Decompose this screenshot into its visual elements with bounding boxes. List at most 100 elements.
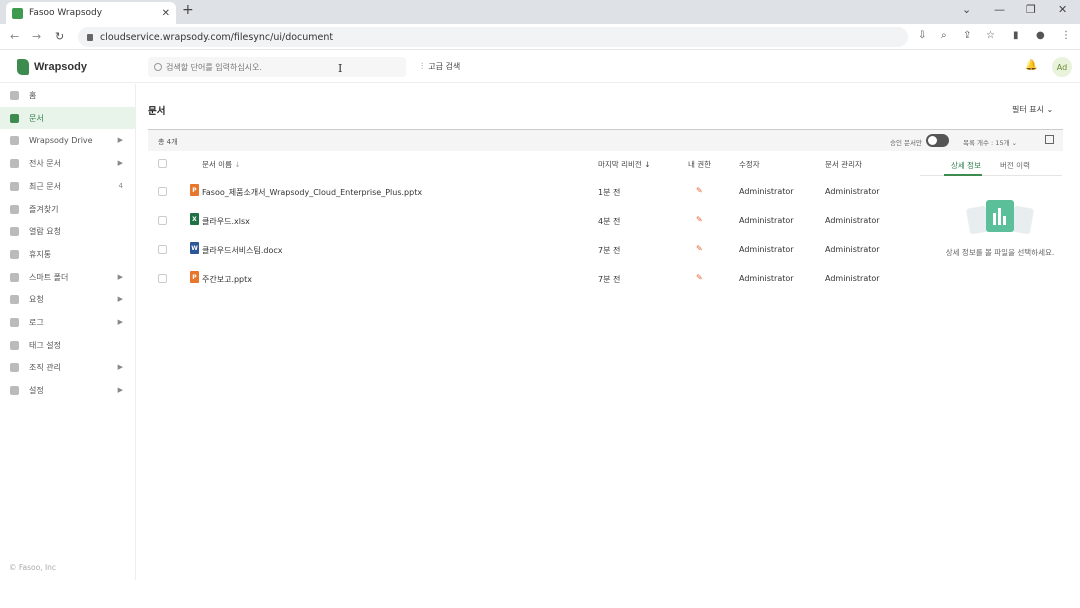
chevron-down-icon: ⌄ — [1011, 139, 1018, 147]
install-app-icon[interactable]: ⇩ — [918, 30, 926, 41]
close-tab-icon[interactable]: ✕ — [162, 8, 170, 19]
chevron-right-icon[interactable]: ▶ — [118, 295, 123, 303]
sidebar-item-label: Wrapsody Drive — [29, 135, 93, 145]
modifier: Administrator — [739, 274, 794, 283]
chevron-right-icon[interactable]: ▶ — [118, 273, 123, 281]
sidebar-item-smart-folder[interactable]: 스마트 폴더 ▶ — [0, 266, 135, 288]
wrapsody-logo[interactable]: Wrapsody — [17, 59, 87, 75]
chevron-down-icon: ⌄ — [1046, 105, 1054, 114]
side-panel-icon[interactable]: ▮ — [1013, 30, 1019, 41]
sidebar-item-recent[interactable]: 최근 문서 4 — [0, 175, 135, 197]
zoom-icon[interactable]: ⌕ — [941, 30, 947, 41]
xlsx-file-icon: X — [190, 213, 199, 225]
select-all-checkbox[interactable] — [158, 159, 167, 168]
table-row[interactable]: P Fasoo_제품소개서_Wrapsody_Cloud_Enterprise_… — [148, 177, 918, 206]
reload-icon[interactable]: ↻ — [55, 30, 64, 43]
sidebar-item-label: 조직 관리 — [29, 362, 61, 372]
sidebar-item-org-management[interactable]: 조직 관리 ▶ — [0, 356, 135, 378]
row-checkbox[interactable] — [158, 187, 167, 196]
sidebar-item-logs[interactable]: 로그 ▶ — [0, 311, 135, 333]
sidebar-item-trash[interactable]: 휴지통 — [0, 243, 135, 265]
table-row[interactable]: X 클라우드.xlsx 4분 전 ✎ Administrator Adminis… — [148, 206, 918, 235]
tab-search-icon[interactable]: ⌄ — [962, 3, 971, 16]
profile-icon[interactable]: ● — [1036, 30, 1045, 41]
row-checkbox[interactable] — [158, 245, 167, 254]
sidebar-item-company-docs[interactable]: 전사 문서 ▶ — [0, 152, 135, 174]
star-icon — [10, 204, 19, 214]
approved-only-toggle[interactable] — [926, 134, 949, 147]
column-header-my-permission[interactable]: 내 권한 — [688, 159, 711, 170]
chevron-right-icon[interactable]: ▶ — [118, 136, 123, 144]
bookmark-star-icon[interactable]: ☆ — [986, 30, 995, 41]
filter-label: 필터 표시 — [1012, 105, 1044, 114]
column-header-doc-manager[interactable]: 문서 관리자 — [825, 159, 862, 170]
file-name[interactable]: 주간보고.pptx — [202, 274, 252, 285]
row-checkbox[interactable] — [158, 216, 167, 225]
modifier: Administrator — [739, 216, 794, 225]
back-arrow-icon[interactable]: ← — [10, 30, 19, 43]
column-header-last-revision[interactable]: 마지막 리비전 ↓ — [598, 159, 650, 170]
layout-toggle-icon[interactable] — [1045, 135, 1054, 144]
row-checkbox[interactable] — [158, 274, 167, 283]
sidebar-item-requests[interactable]: 요청 ▶ — [0, 288, 135, 310]
browser-tab[interactable]: Fasoo Wrapsody ✕ — [6, 2, 176, 24]
search-icon — [154, 63, 162, 71]
forward-arrow-icon[interactable]: → — [32, 30, 41, 43]
url-field[interactable]: cloudservice.wrapsody.com/filesync/ui/do… — [78, 27, 908, 47]
sidebar-item-documents[interactable]: 문서 — [0, 107, 135, 129]
bell-icon[interactable]: 🔔 — [1025, 60, 1037, 71]
chevron-right-icon[interactable]: ▶ — [118, 386, 123, 394]
modifier: Administrator — [739, 187, 794, 196]
sidebar-item-tag-settings[interactable]: 태그 설정 — [0, 334, 135, 356]
sidebar-item-view-requests[interactable]: 열람 요청 — [0, 220, 135, 242]
restore-button[interactable]: ❐ — [1026, 3, 1036, 16]
sidebar-item-wrapsody-drive[interactable]: Wrapsody Drive ▶ — [0, 129, 135, 151]
approved-only-label: 승인 문서만 — [890, 139, 922, 147]
table-row[interactable]: W 클라우드서비스팀.docx 7분 전 ✎ Administrator Adm… — [148, 235, 918, 264]
tab-detail-info[interactable]: 상세 정보 — [951, 160, 981, 171]
tab-version-history[interactable]: 버전 이력 — [1000, 160, 1030, 171]
page-title: 문서 — [148, 106, 166, 117]
new-tab-button[interactable]: + — [182, 2, 194, 18]
last-revision: 4분 전 — [598, 217, 621, 226]
sidebar-item-settings[interactable]: 설정 ▶ — [0, 379, 135, 401]
sort-desc-icon: ↓ — [644, 160, 651, 169]
chevron-right-icon[interactable]: ▶ — [118, 318, 123, 326]
filter-toggle-button[interactable]: 필터 표시 ⌄ — [1012, 104, 1053, 115]
file-name[interactable]: 클라우드.xlsx — [202, 216, 250, 227]
sidebar-item-favorites[interactable]: 즐겨찾기 — [0, 198, 135, 220]
share-icon[interactable]: ⇪ — [963, 30, 971, 41]
minimize-button[interactable]: — — [994, 3, 1005, 16]
browser-tab-bar: Fasoo Wrapsody ✕ + ⌄ — ❐ ✕ — [0, 0, 1080, 24]
sort-icon: ↓ — [234, 160, 241, 169]
tag-icon — [10, 340, 19, 350]
browser-menu-icon[interactable]: ⋮ — [1061, 30, 1071, 41]
edit-permission-icon: ✎ — [696, 186, 703, 195]
chevron-right-icon[interactable]: ▶ — [118, 363, 123, 371]
url-text: cloudservice.wrapsody.com/filesync/ui/do… — [100, 31, 334, 43]
empty-files-illustration-icon — [966, 200, 1034, 235]
column-label: 문서 이름 — [202, 160, 232, 169]
avatar[interactable]: Ad — [1052, 57, 1072, 77]
last-revision: 7분 전 — [598, 246, 621, 255]
column-header-modifier[interactable]: 수정자 — [739, 159, 760, 170]
chevron-right-icon[interactable]: ▶ — [118, 159, 123, 167]
wrapsody-favicon-icon — [12, 7, 23, 19]
table-row[interactable]: P 주간보고.pptx 7분 전 ✎ Administrator Adminis… — [148, 264, 918, 293]
pptx-file-icon: P — [190, 184, 199, 196]
gear-icon — [10, 385, 19, 395]
sidebar-item-home[interactable]: 홈 — [0, 84, 135, 106]
recent-count-badge: 4 — [118, 182, 123, 190]
sidebar-item-label: 최근 문서 — [29, 181, 61, 191]
column-header-name[interactable]: 문서 이름 ↓ — [202, 159, 241, 170]
advanced-search-button[interactable]: ⫶ 고급 검색 — [421, 61, 460, 72]
drive-icon — [10, 135, 19, 145]
file-name[interactable]: 클라우드서비스팀.docx — [202, 245, 283, 256]
edit-permission-icon: ✎ — [696, 215, 703, 224]
sidebar-item-label: 태그 설정 — [29, 340, 61, 350]
search-input[interactable] — [166, 62, 386, 72]
file-name[interactable]: Fasoo_제품소개서_Wrapsody_Cloud_Enterprise_Pl… — [202, 187, 422, 198]
address-bar: ← → ↻ cloudservice.wrapsody.com/filesync… — [0, 24, 1080, 50]
per-page-select[interactable]: 목록 개수 : 15개 ⌄ — [963, 137, 1017, 147]
close-window-button[interactable]: ✕ — [1058, 3, 1067, 16]
